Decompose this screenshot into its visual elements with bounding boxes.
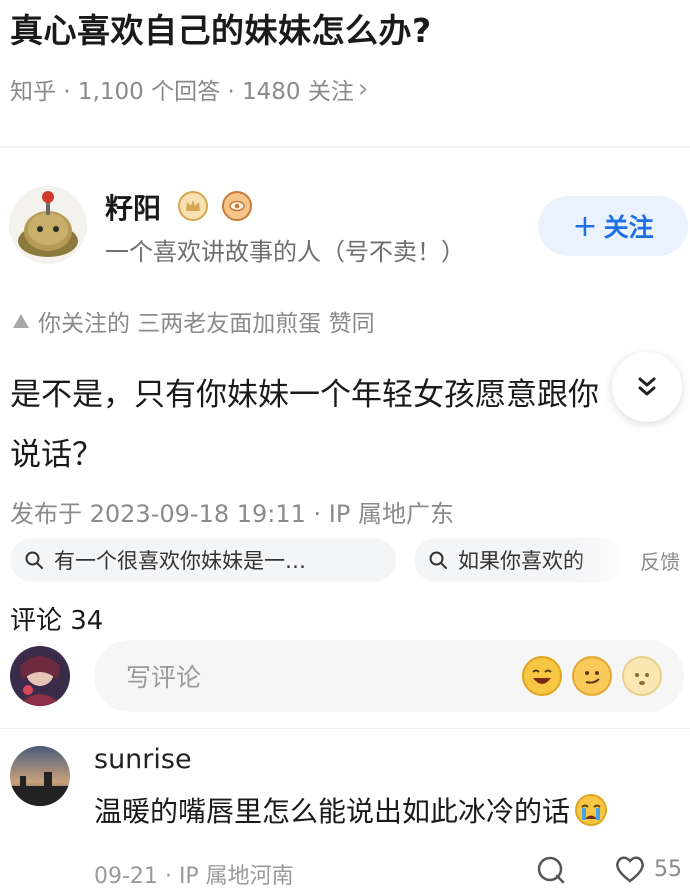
question-meta-text: 知乎 · 1,100 个回答 · 1480 关注 — [10, 79, 354, 105]
publish-info: 发布于 2023-09-18 19:11 · IP 属地广东 — [10, 500, 454, 528]
comment-meta: 09-21 · IP 属地河南 — [94, 858, 294, 890]
follow-label: 关注 — [603, 213, 654, 242]
author-bio: 一个喜欢讲故事的人（号不卖！） — [105, 238, 465, 266]
reply-icon[interactable] — [535, 854, 567, 890]
divider — [0, 728, 690, 729]
triangle-up-icon — [13, 314, 29, 328]
comment-date: 09-21 — [94, 864, 158, 889]
follow-button[interactable]: + 关注 — [538, 196, 688, 256]
comment-text: 温暖的嘴唇里怎么能说出如此冰冷的话 — [94, 790, 608, 830]
eye-shape — [229, 200, 245, 212]
chevron-double-down-icon — [638, 377, 656, 396]
comment-body: 温暖的嘴唇里怎么能说出如此冰冷的话 — [94, 795, 571, 828]
heart-icon — [616, 856, 644, 883]
answer-body[interactable]: 是不是，只有你妹妹一个年轻女孩愿意跟你 说话？ — [10, 365, 670, 485]
expand-button[interactable] — [612, 352, 682, 422]
commenter-avatar[interactable] — [10, 746, 70, 806]
feedback-link[interactable]: 反馈 — [640, 546, 680, 575]
answer-line-2: 说话？ — [10, 437, 103, 473]
answer-line-1: 是不是，只有你妹妹一个年轻女孩愿意跟你 — [10, 377, 599, 413]
search-icon — [429, 551, 447, 569]
like-count: 55 — [654, 856, 682, 882]
laugh-emoji-icon[interactable] — [522, 656, 562, 696]
vip-badge-icon[interactable] — [178, 191, 208, 221]
laugh-face — [532, 669, 552, 684]
question-emoji-icon[interactable] — [622, 656, 662, 696]
plant-avatar-icon — [9, 186, 87, 264]
anime-avatar-icon — [10, 646, 70, 706]
author-name[interactable]: 籽阳 — [105, 187, 161, 227]
divider — [0, 146, 690, 148]
creator-badge-icon[interactable] — [222, 191, 252, 221]
voter-text: 你关注的 三两老友面加煎蛋 赞同 — [38, 311, 375, 337]
plus-icon: + — [572, 208, 598, 244]
chevron-right-icon: › — [357, 74, 369, 104]
commenter-name[interactable]: sunrise — [94, 744, 192, 775]
chip-label: 有一个很喜欢你妹妹是一… — [54, 549, 306, 573]
related-search-chip[interactable]: 有一个很喜欢你妹妹是一… — [10, 538, 396, 582]
reply-bubble — [537, 856, 565, 884]
question-meta[interactable]: 知乎 · 1,100 个回答 · 1480 关注 › — [10, 72, 368, 106]
like-button[interactable]: 55 — [614, 854, 682, 884]
question-title[interactable]: 真心喜欢自己的妹妹怎么办? — [10, 4, 432, 52]
comments-header: 评论 34 — [10, 606, 104, 636]
author-avatar[interactable] — [8, 185, 88, 265]
sunset-avatar-icon — [10, 746, 70, 806]
crown-shape — [186, 200, 200, 211]
question-face — [635, 673, 649, 685]
comment-input-placeholder: 写评论 — [126, 663, 202, 692]
crying-emoji-icon — [575, 794, 608, 826]
voter-line[interactable]: 你关注的 三两老友面加煎蛋 赞同 — [12, 304, 375, 338]
comment-ip: IP 属地河南 — [178, 864, 294, 889]
smirk-emoji-icon[interactable] — [572, 656, 612, 696]
current-user-avatar[interactable] — [10, 646, 70, 706]
smirk-face — [585, 671, 600, 684]
chip-fade — [574, 538, 634, 582]
search-icon — [25, 551, 43, 569]
chip-label: 如果你喜欢的 — [458, 549, 584, 573]
meta-separator: · — [164, 864, 179, 889]
